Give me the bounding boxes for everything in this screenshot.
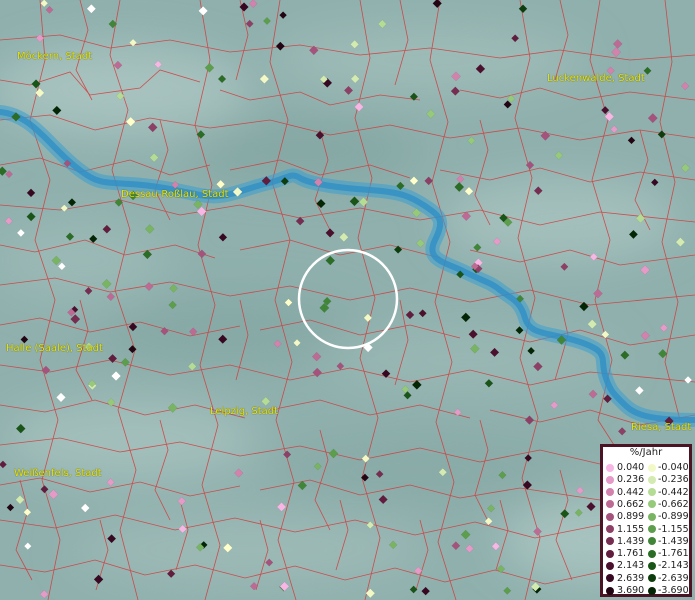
legend-value-negative: -1.155 [658,523,689,535]
legend-row: 2.143 -2.143 [603,560,689,571]
legend-swatch-negative [648,512,656,521]
legend-value-negative: -3.690 [658,585,689,596]
legend-value-negative: -0.899 [658,511,689,523]
legend-value-positive: 0.442 [617,486,645,498]
legend-swatch-negative [648,586,656,595]
legend-swatch-negative [648,475,656,484]
legend-swatch-positive [606,549,614,558]
legend-swatch-negative [648,574,656,583]
legend-swatch-negative [648,561,656,570]
legend-value-negative: -0.442 [658,486,689,498]
city-label-moeckern: Möckern, Stadt [17,51,93,62]
legend-swatch-positive [606,525,614,533]
map-view[interactable]: Möckern, Stadt Luckenwalde, Stadt Dessau… [0,0,695,600]
legend-swatch-positive [606,488,614,497]
legend-swatch-positive [606,500,614,509]
legend-value-positive: 2.639 [617,572,645,584]
legend-value-negative: -0.040 [658,462,689,473]
legend-row: 0.899 -0.899 [603,511,689,522]
legend-value-positive: 0.662 [617,498,645,510]
legend-swatch-positive [606,512,614,521]
legend-value-positive: 1.155 [617,523,645,535]
city-label-dessau-rosslau: Dessau-Roßlau, Stadt [121,189,229,200]
legend-value-positive: 3.690 [617,585,645,596]
legend-value-negative: -1.761 [658,548,689,560]
legend-row: 0.662 -0.662 [603,499,689,510]
legend-value-positive: 0.899 [617,511,645,523]
legend-value-positive: 2.143 [617,560,645,572]
legend-swatch-positive [606,463,614,472]
city-label-riesa: Riesa, Stadt [631,422,692,433]
legend-title: %/Jahr [629,447,663,458]
legend-row: 1.761 -1.761 [603,548,689,559]
legend-swatch-positive [606,537,614,546]
legend-row: 0.236 -0.236 [603,474,689,485]
city-label-luckenwalde: Luckenwalde, Stadt [547,73,645,84]
legend-swatch-negative [648,463,656,472]
map-base [0,0,695,600]
legend-row: 3.690 -3.690 [603,585,689,596]
legend-value-positive: 0.040 [617,462,645,473]
legend-value-negative: -1.439 [658,535,689,547]
city-label-weissenfels: Weißenfels, Stadt [14,468,102,479]
legend-swatch-negative [648,488,656,497]
city-label-leipzig: Leipzig, Stadt [210,406,279,417]
legend-row: 0.442 -0.442 [603,487,689,498]
legend-swatch-negative [648,500,656,509]
legend-swatch-positive [606,586,614,595]
legend-value-negative: -2.639 [658,572,689,584]
legend-swatch-negative [648,549,656,558]
legend-swatch-positive [606,475,614,484]
legend-swatch-positive [606,574,614,583]
legend-value-negative: -0.236 [658,474,689,486]
legend-row: 0.040 -0.040 [603,462,689,473]
legend-value-positive: 1.761 [617,548,645,560]
legend: %/Jahr 0.040 -0.040 0.236 -0.236 0.442 -0.442… [600,444,692,597]
legend-value-negative: -2.143 [658,560,689,572]
city-label-halle: Halle (Saale), Stadt [6,343,103,354]
legend-row: 1.439 -1.439 [603,536,689,547]
legend-row: 2.639 -2.639 [603,573,689,584]
legend-value-negative: -0.662 [658,498,689,510]
legend-value-positive: 0.236 [617,474,645,486]
legend-swatch-positive [606,561,614,570]
legend-row: 1.155 -1.155 [603,524,689,535]
legend-swatch-negative [648,537,656,546]
legend-value-positive: 1.439 [617,535,645,547]
legend-swatch-negative [648,525,656,533]
